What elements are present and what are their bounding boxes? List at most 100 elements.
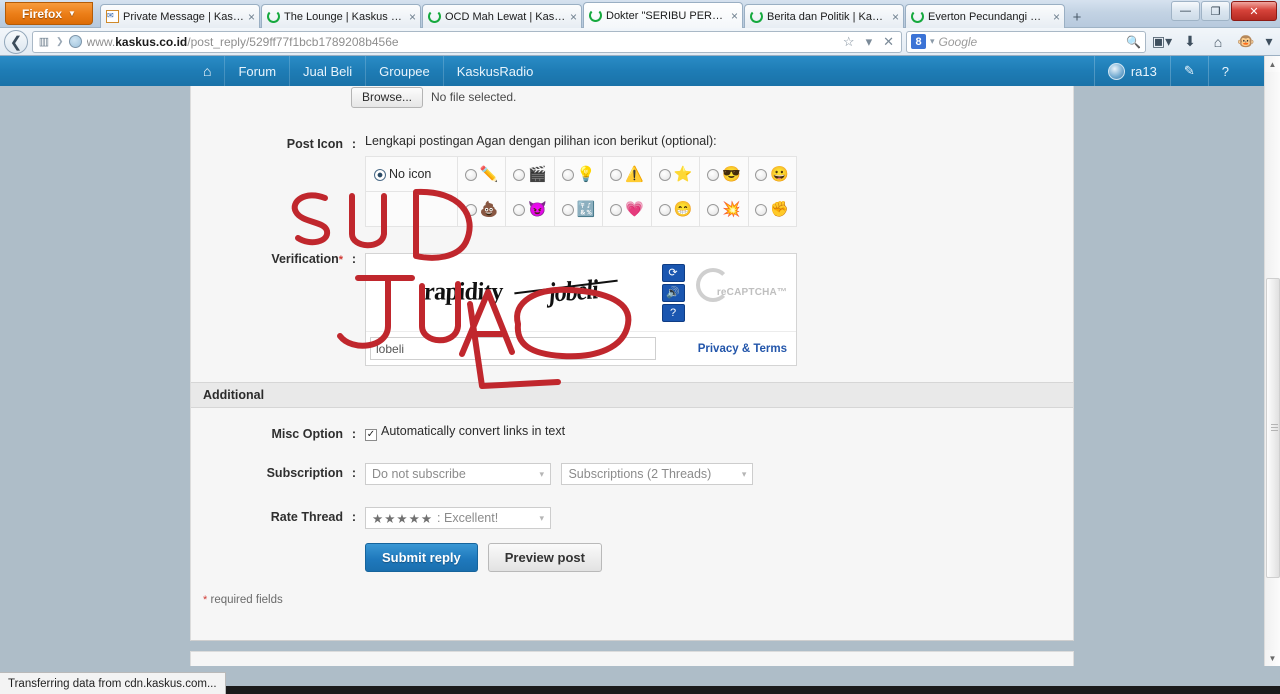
required-fields-text: required fields [210,594,283,606]
radio-post-icon[interactable] [658,168,671,181]
post-icon-option[interactable]: 🔣 [553,191,604,227]
restore-button[interactable]: ❐ [1201,1,1230,21]
bookmarks-menu-icon[interactable]: ▣▾ [1150,31,1174,53]
post-icon-option[interactable]: 🎬 [505,156,555,192]
window-controls: — ❐ ✕ [1171,1,1277,21]
nav-item-jual-beli[interactable]: Jual Beli [289,56,365,86]
browse-button[interactable]: Browse... [351,86,424,108]
subscription-folder-select[interactable]: Subscriptions (2 Threads) ▾ [561,463,754,485]
refresh-icon[interactable]: ⟳ [661,263,685,282]
captcha-input[interactable]: lobeli [370,337,656,360]
post-icon-table: No icon ✏️ 🎬 💡 ⚠️ ⭐ 😎 😀 💩 😈 🔣 💗 😁 💥 ✊ [365,156,798,227]
post-icon-glyph: ✊ [770,201,790,219]
browser-tab[interactable]: ✉ Private Message | Kaskus ...× [100,4,260,28]
browser-tab[interactable]: OCD Mah Lewat | Kaskus...× [422,4,582,28]
radio-post-icon[interactable] [755,168,768,181]
radio-post-icon[interactable] [706,168,719,181]
new-tab-button[interactable]: + [1066,6,1088,28]
tab-close-icon[interactable]: × [244,10,255,24]
post-icon-option[interactable]: 💗 [602,191,652,227]
post-icon-option[interactable]: 💡 [553,156,604,192]
scroll-down-button[interactable]: ▼ [1265,650,1280,666]
back-button[interactable]: ❮ [4,29,28,54]
help-icon[interactable]: ? [661,303,685,322]
radio-post-icon[interactable] [513,203,526,216]
audio-icon[interactable]: 🔊 [661,283,685,302]
browser-tab[interactable]: The Lounge | Kaskus - Th...× [261,4,421,28]
search-input[interactable]: Google [939,35,1123,49]
browser-tab[interactable]: Everton Pecundangi Davi... × [905,4,1065,28]
post-icon-glyph: 💩 [479,201,499,219]
nav-item-kaskusradio[interactable]: KaskusRadio [442,56,547,86]
post-icon-option[interactable]: ✏️ [456,156,507,192]
radio-post-icon[interactable] [658,203,671,216]
chevron-down-icon[interactable]: ▾ [930,36,935,47]
nav-home-icon[interactable]: ⌂ [190,56,224,86]
addon-monkey-icon[interactable]: 🐵 [1234,31,1258,53]
post-icon-option[interactable]: 😎 [699,156,749,192]
post-icon-option[interactable]: 😈 [505,191,555,227]
firefox-menu-button[interactable]: Firefox ▼ [5,2,93,25]
tab-title: Berita dan Politik | Kasku... [767,10,888,23]
search-bar[interactable]: 8 ▾ Google 🔍 [906,30,1146,53]
post-icon-glyph: 💥 [721,201,741,219]
preview-post-button[interactable]: Preview post [487,543,602,572]
nav-item-groupee[interactable]: Groupee [365,56,443,86]
page-scrollbar[interactable]: ▲ ▼ [1264,56,1280,666]
post-icon-option[interactable]: 💩 [456,191,507,227]
radio-post-icon[interactable] [755,203,768,216]
search-icon[interactable]: 🔍 [1126,35,1141,49]
convert-links-checkbox[interactable]: ✓ [365,428,377,441]
site-identity-icon: ▥ [38,36,50,48]
help-button[interactable]: ? [1207,56,1242,86]
bookmark-star-icon[interactable]: ☆ [840,34,858,50]
post-icon-option[interactable]: 😁 [650,191,701,227]
no-icon-option[interactable]: No icon [365,156,458,192]
scroll-up-button[interactable]: ▲ [1265,56,1280,72]
action-buttons-row: Submit reply Preview post [191,529,1073,572]
chevron-down-icon[interactable]: ▾ [863,34,876,50]
minimize-button[interactable]: — [1171,1,1200,21]
scrollbar-thumb[interactable] [1266,278,1280,578]
browser-tab[interactable]: Dokter "SERIBU PERAK" d...× [583,2,743,28]
tab-close-icon[interactable]: × [888,10,899,24]
privacy-terms-link[interactable]: Privacy & Terms [698,343,796,355]
radio-no-icon[interactable] [374,168,386,181]
user-menu[interactable]: ra13 [1093,56,1170,86]
radio-post-icon[interactable] [464,203,477,216]
radio-post-icon[interactable] [706,203,719,216]
subscription-mode-select[interactable]: Do not subscribe ▾ [365,463,551,485]
google-icon[interactable]: 8 [911,34,926,49]
post-icon-option[interactable]: ⭐ [650,156,701,192]
radio-post-icon[interactable] [464,168,477,181]
convert-links-label: Automatically convert links in text [381,424,566,438]
nav-item-forum[interactable]: Forum [224,56,289,86]
post-icon-option[interactable]: ⚠️ [602,156,652,192]
close-button[interactable]: ✕ [1231,1,1277,21]
tab-close-icon[interactable]: × [727,9,738,23]
post-icon-option[interactable]: 😀 [747,156,798,192]
radio-post-icon[interactable] [561,203,574,216]
radio-post-icon[interactable] [513,168,526,181]
tab-close-icon[interactable]: × [566,10,577,24]
rate-thread-select[interactable]: ★★★★★ : Excellent! ▾ [365,507,551,529]
compose-button[interactable]: ✎ [1169,56,1208,86]
radio-post-icon[interactable] [561,168,574,181]
spacer-colon [343,529,365,572]
post-icon-option[interactable]: 💥 [699,191,749,227]
radio-post-icon[interactable] [610,203,623,216]
post-icon-glyph: ⚠️ [625,166,644,184]
browser-tab[interactable]: Berita dan Politik | Kasku... × [744,4,904,28]
submit-reply-button[interactable]: Submit reply [365,543,478,572]
address-bar[interactable]: ▥ ❯ www.kaskus.co.id/post_reply/529ff77f… [32,30,902,53]
stop-loading-icon[interactable]: ✕ [880,34,897,50]
downloads-icon[interactable]: ⬇ [1178,31,1202,53]
tab-close-icon[interactable]: × [1049,10,1060,24]
home-icon[interactable]: ⌂ [1206,31,1230,53]
tab-close-icon[interactable]: × [405,10,416,24]
post-icon-glyph: 😀 [770,166,790,184]
post-icon-option[interactable]: ✊ [747,191,798,227]
rating-stars: ★★★★★ [372,511,434,526]
radio-post-icon[interactable] [610,168,623,181]
overflow-chevron-icon[interactable]: ▾ [1262,31,1276,53]
